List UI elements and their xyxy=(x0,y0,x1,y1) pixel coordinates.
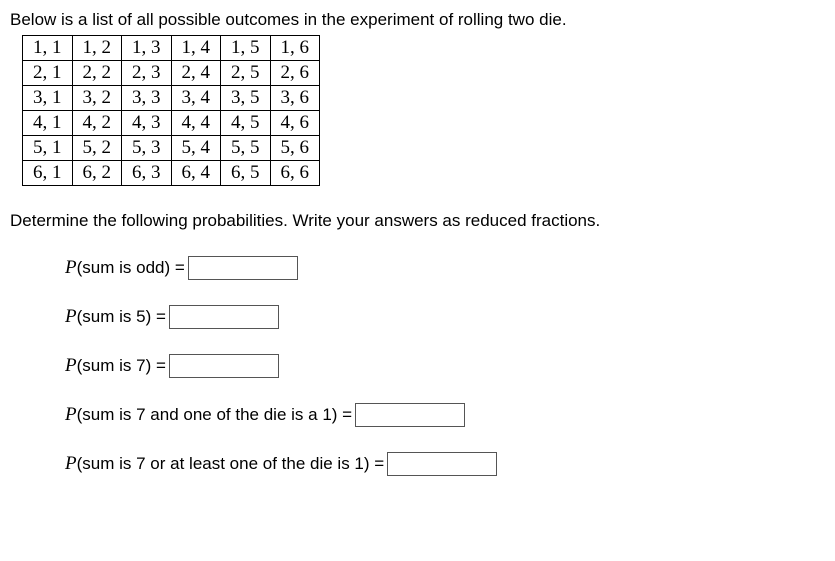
cell: 2, 6 xyxy=(270,61,320,86)
table-row: 3, 1 3, 2 3, 3 3, 4 3, 5 3, 6 xyxy=(23,86,320,111)
cell: 4, 6 xyxy=(270,111,320,136)
table-row: 2, 1 2, 2 2, 3 2, 4 2, 5 2, 6 xyxy=(23,61,320,86)
cell: 3, 6 xyxy=(270,86,320,111)
answer-input-sum-5[interactable] xyxy=(169,305,279,329)
cell: 5, 5 xyxy=(221,136,271,161)
cell: 3, 1 xyxy=(23,86,73,111)
instruction-text: Determine the following probabilities. W… xyxy=(10,211,825,231)
answer-input-sum-7[interactable] xyxy=(169,354,279,378)
intro-text: Below is a list of all possible outcomes… xyxy=(10,10,825,30)
cell: 6, 5 xyxy=(221,161,271,186)
cell: 5, 3 xyxy=(122,136,172,161)
question-sum-7-or-die-1: P(sum is 7 or at least one of the die is… xyxy=(65,452,825,476)
cell: 4, 3 xyxy=(122,111,172,136)
table-row: 6, 1 6, 2 6, 3 6, 4 6, 5 6, 6 xyxy=(23,161,320,186)
outcomes-table: 1, 1 1, 2 1, 3 1, 4 1, 5 1, 6 2, 1 2, 2 … xyxy=(22,35,320,186)
table-row: 4, 1 4, 2 4, 3 4, 4 4, 5 4, 6 xyxy=(23,111,320,136)
cell: 1, 1 xyxy=(23,36,73,61)
cell: 1, 5 xyxy=(221,36,271,61)
cell: 6, 4 xyxy=(171,161,221,186)
cell: 5, 4 xyxy=(171,136,221,161)
question-label: P(sum is 7) = xyxy=(65,355,166,377)
cell: 4, 5 xyxy=(221,111,271,136)
cell: 4, 4 xyxy=(171,111,221,136)
table-row: 1, 1 1, 2 1, 3 1, 4 1, 5 1, 6 xyxy=(23,36,320,61)
answer-input-sum-7-or-die-1[interactable] xyxy=(387,452,497,476)
cell: 2, 5 xyxy=(221,61,271,86)
cell: 3, 4 xyxy=(171,86,221,111)
cell: 6, 2 xyxy=(72,161,122,186)
cell: 6, 1 xyxy=(23,161,73,186)
cell: 1, 3 xyxy=(122,36,172,61)
cell: 5, 1 xyxy=(23,136,73,161)
question-label: P(sum is odd) = xyxy=(65,257,185,279)
table-row: 5, 1 5, 2 5, 3 5, 4 5, 5 5, 6 xyxy=(23,136,320,161)
cell: 2, 2 xyxy=(72,61,122,86)
cell: 6, 3 xyxy=(122,161,172,186)
question-sum-odd: P(sum is odd) = xyxy=(65,256,825,280)
cell: 5, 6 xyxy=(270,136,320,161)
cell: 4, 2 xyxy=(72,111,122,136)
cell: 1, 6 xyxy=(270,36,320,61)
question-label: P(sum is 5) = xyxy=(65,306,166,328)
cell: 3, 3 xyxy=(122,86,172,111)
answer-input-sum-odd[interactable] xyxy=(188,256,298,280)
cell: 1, 2 xyxy=(72,36,122,61)
cell: 3, 5 xyxy=(221,86,271,111)
cell: 1, 4 xyxy=(171,36,221,61)
question-label: P(sum is 7 or at least one of the die is… xyxy=(65,453,384,475)
cell: 2, 4 xyxy=(171,61,221,86)
cell: 6, 6 xyxy=(270,161,320,186)
question-label: P(sum is 7 and one of the die is a 1) = xyxy=(65,404,352,426)
cell: 2, 1 xyxy=(23,61,73,86)
cell: 2, 3 xyxy=(122,61,172,86)
question-sum-7-and-die-1: P(sum is 7 and one of the die is a 1) = xyxy=(65,403,825,427)
cell: 5, 2 xyxy=(72,136,122,161)
question-sum-7: P(sum is 7) = xyxy=(65,354,825,378)
cell: 4, 1 xyxy=(23,111,73,136)
question-sum-5: P(sum is 5) = xyxy=(65,305,825,329)
cell: 3, 2 xyxy=(72,86,122,111)
answer-input-sum-7-and-die-1[interactable] xyxy=(355,403,465,427)
